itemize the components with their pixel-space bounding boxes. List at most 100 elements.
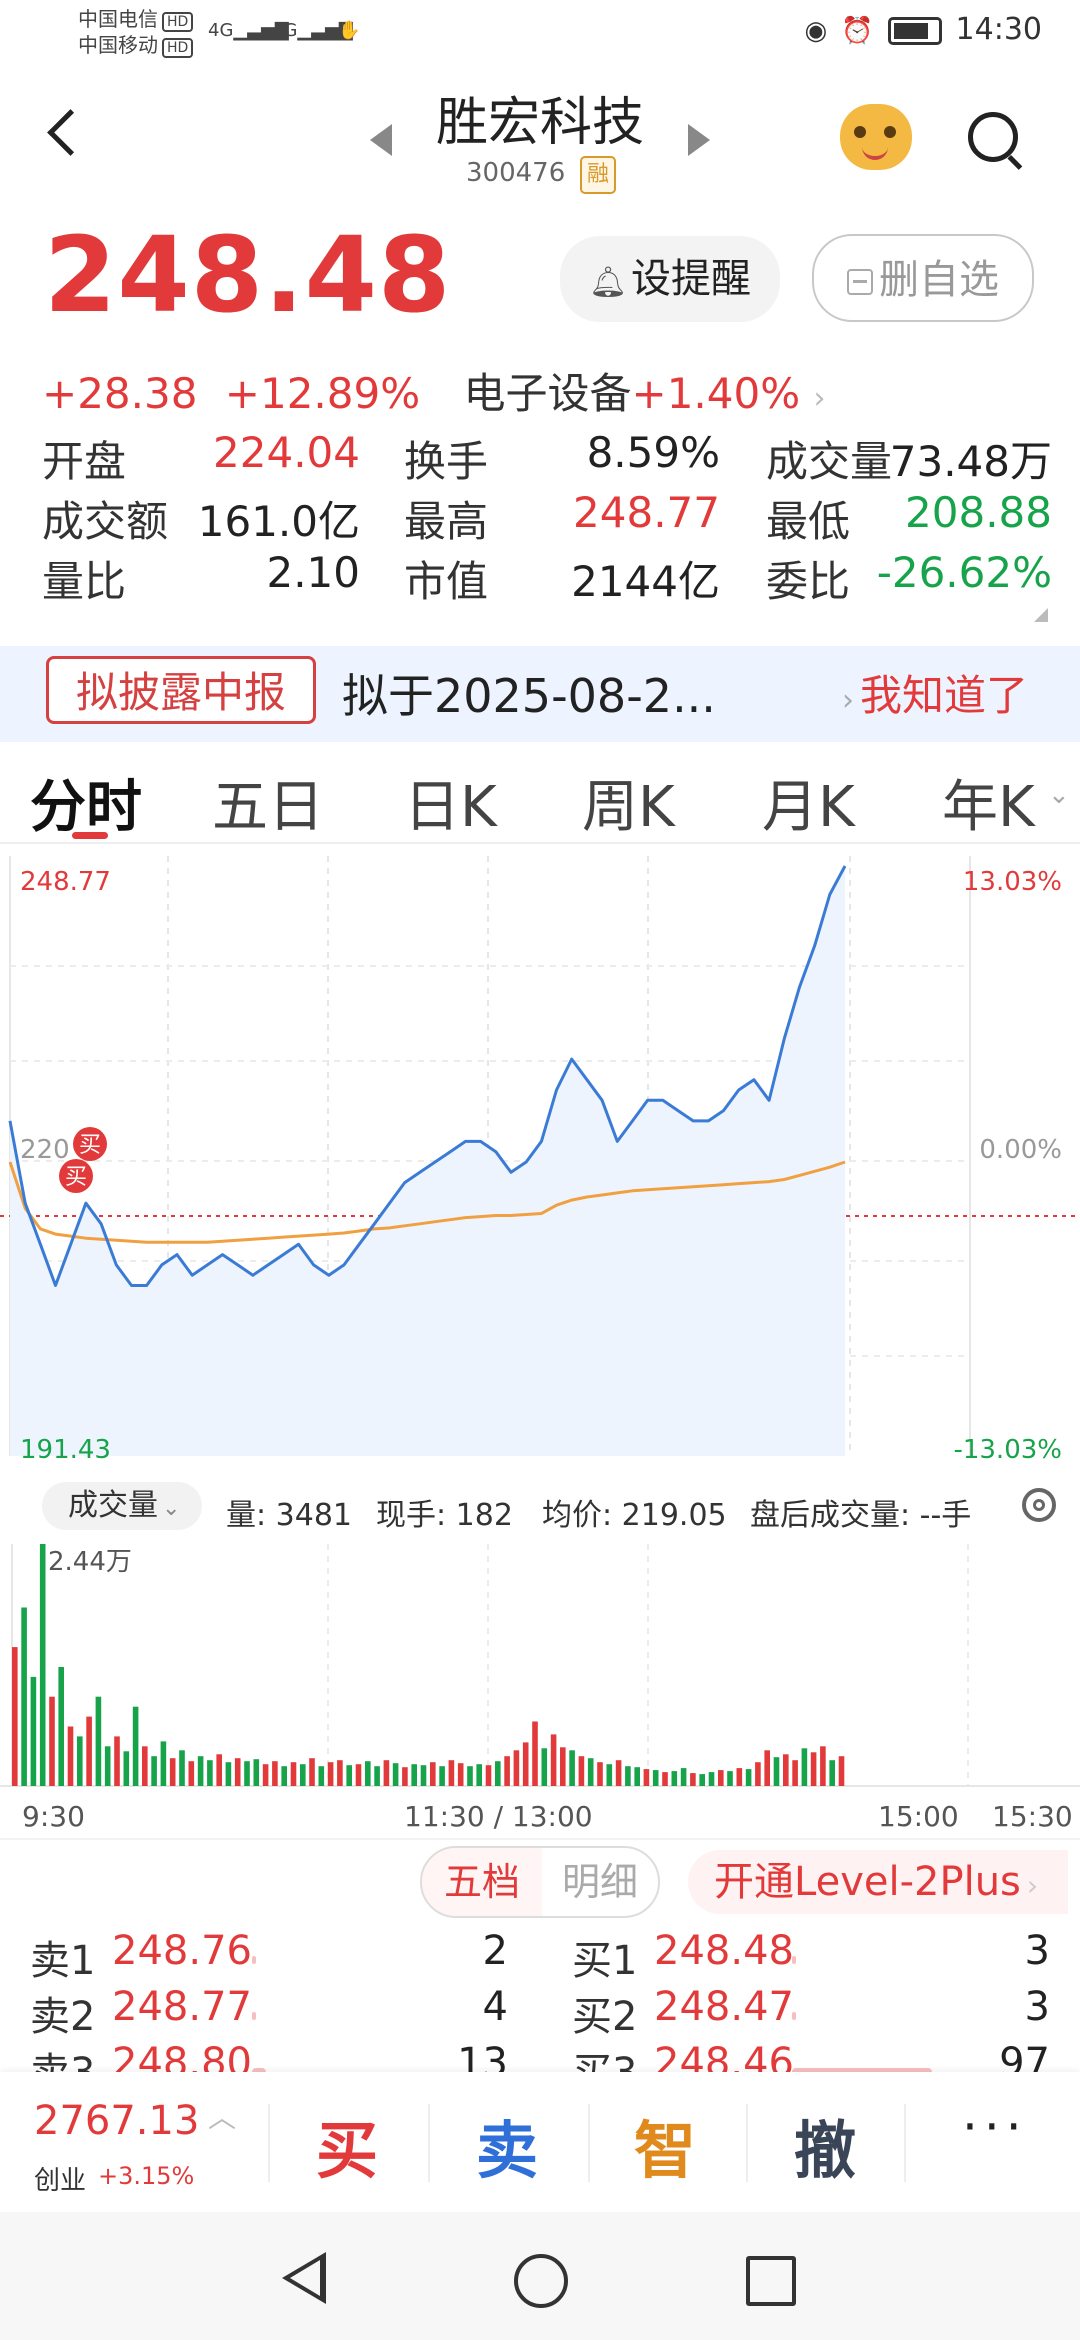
volume-bar bbox=[727, 1771, 733, 1786]
volume-bar bbox=[21, 1607, 27, 1786]
prev-stock-icon[interactable] bbox=[370, 124, 392, 156]
current-price: 248.48 bbox=[44, 214, 452, 336]
volume-bar bbox=[569, 1750, 575, 1786]
mascot-icon[interactable] bbox=[840, 104, 912, 170]
expand-stats-icon[interactable] bbox=[1034, 608, 1048, 622]
level2-label: 开通Level-2Plus bbox=[714, 1859, 1021, 1905]
back-button[interactable] bbox=[40, 100, 90, 170]
next-stock-icon[interactable] bbox=[688, 124, 710, 156]
system-recents-icon[interactable] bbox=[746, 2256, 796, 2306]
chevron-right-icon: › bbox=[842, 683, 854, 718]
volume-bar bbox=[207, 1760, 213, 1786]
volume-bar bbox=[253, 1759, 260, 1786]
chevron-right-icon: › bbox=[813, 381, 826, 416]
divider bbox=[746, 2104, 748, 2182]
network-type-1: 4G bbox=[208, 20, 234, 41]
notice-text[interactable]: 拟于2025-08-2... bbox=[342, 660, 716, 726]
cancel-order-button[interactable]: 撤 bbox=[770, 2100, 880, 2190]
volume-bar bbox=[485, 1765, 492, 1786]
eye-icon: ◉ bbox=[804, 16, 828, 46]
bids-level-label: 买2 bbox=[572, 1994, 638, 2040]
volume-bar bbox=[448, 1760, 455, 1786]
network-type-2: 4G bbox=[272, 20, 298, 41]
carrier-1: 中国电信 bbox=[78, 7, 158, 31]
smart-trade-button[interactable]: 智 bbox=[610, 2100, 720, 2190]
system-back-icon[interactable] bbox=[282, 2252, 326, 2304]
volume-bar bbox=[49, 1696, 55, 1786]
level2-upsell-button[interactable]: 开通Level-2Plus › bbox=[688, 1850, 1068, 1914]
sector-link[interactable]: 电子设备+1.40% › bbox=[464, 369, 826, 418]
dismiss-notice-button[interactable]: › 我知道了 bbox=[842, 662, 1028, 723]
sector-name: 电子设备 bbox=[463, 369, 632, 418]
volume-bar bbox=[346, 1765, 352, 1786]
volume-bar bbox=[792, 1760, 798, 1786]
stat-value: 248.77 bbox=[573, 488, 720, 537]
y-axis-prev-close-price: 220 bbox=[20, 1135, 70, 1165]
tab-weekly-k[interactable]: 周K bbox=[582, 762, 675, 843]
bids-level-qty: 3 bbox=[1024, 1928, 1050, 1974]
volume-bar bbox=[522, 1742, 529, 1786]
asks-level-price[interactable]: 248.76 bbox=[112, 1928, 252, 1974]
volume-bar bbox=[39, 1544, 46, 1786]
chevron-up-icon[interactable]: ︿ bbox=[208, 2096, 236, 2136]
chevron-right-icon: › bbox=[1026, 1869, 1039, 1902]
buy-marker[interactable]: 买 bbox=[59, 1159, 93, 1193]
sell-button[interactable]: 卖 bbox=[452, 2100, 562, 2190]
remove-favorite-label: 删自选 bbox=[879, 257, 999, 303]
system-home-icon[interactable] bbox=[514, 2254, 568, 2308]
price-change-pct: +12.89% bbox=[224, 369, 421, 418]
volume-bar bbox=[67, 1726, 74, 1786]
index-value[interactable]: 2767.13 bbox=[34, 2098, 199, 2144]
volume-bar bbox=[132, 1706, 139, 1786]
notice-tag: 拟披露中报 bbox=[46, 656, 316, 724]
volume-bar bbox=[355, 1764, 362, 1786]
more-button[interactable]: ··· bbox=[962, 2098, 1028, 2156]
dismiss-label: 我知道了 bbox=[860, 671, 1029, 720]
volume-max-label: 2.44万 bbox=[48, 1547, 132, 1577]
intraday-price-chart[interactable]: 248.77 220 191.43 13.03% 0.00% -13.03% 买买 bbox=[0, 846, 1080, 1466]
bids-level-price[interactable]: 248.47 bbox=[654, 1984, 794, 2030]
volume-bar bbox=[272, 1761, 278, 1786]
hd-badge: HD bbox=[162, 38, 194, 58]
settings-icon[interactable] bbox=[1022, 1488, 1056, 1522]
asks-level-price[interactable]: 248.77 bbox=[112, 1984, 252, 2030]
search-icon[interactable] bbox=[968, 112, 1018, 162]
stat-label: 量比 bbox=[42, 557, 127, 606]
buy-button[interactable]: 买 bbox=[292, 2100, 402, 2190]
tab-five-levels[interactable]: 五档 bbox=[422, 1848, 542, 1916]
volume-bar bbox=[708, 1772, 715, 1786]
tab-intraday[interactable]: 分时 bbox=[30, 762, 142, 843]
volume-bar bbox=[86, 1716, 92, 1786]
volume-bar bbox=[671, 1771, 678, 1786]
remove-favorite-button[interactable]: 删自选 bbox=[812, 234, 1034, 322]
alarm-icon: ⏰ bbox=[841, 16, 874, 46]
set-alert-button[interactable]: 🔔︎ 设提醒 bbox=[560, 236, 780, 322]
stat-label: 最低 bbox=[766, 497, 851, 546]
volume-bar bbox=[160, 1741, 167, 1786]
chevron-down-icon[interactable]: ⌄ bbox=[1048, 780, 1070, 810]
volume-bar bbox=[810, 1752, 817, 1786]
tab-trade-details[interactable]: 明细 bbox=[542, 1848, 658, 1916]
volume-bar bbox=[615, 1760, 622, 1786]
bids-depth-bar bbox=[792, 1956, 796, 1964]
volume-bar bbox=[281, 1766, 287, 1786]
buy-marker[interactable]: 买 bbox=[73, 1127, 107, 1161]
tab-yearly-k[interactable]: 年K bbox=[942, 762, 1035, 843]
tab-five-day[interactable]: 五日 bbox=[212, 762, 324, 843]
bids-level-price[interactable]: 248.48 bbox=[654, 1928, 794, 1974]
bids-level-label: 买1 bbox=[572, 1938, 638, 1984]
indicator-dropdown[interactable]: 成交量 ⌄ bbox=[42, 1482, 202, 1530]
volume-bar bbox=[476, 1764, 482, 1786]
volume-bar bbox=[179, 1750, 185, 1786]
carrier-info: 中国电信 HD 中国移动 HD bbox=[78, 6, 194, 58]
tab-daily-k[interactable]: 日K bbox=[404, 762, 497, 843]
volume-bar bbox=[439, 1766, 445, 1786]
volume-bar bbox=[662, 1772, 668, 1786]
volume-bar bbox=[142, 1746, 148, 1786]
buy-marker-label: 买 bbox=[65, 1165, 87, 1190]
volume-bar bbox=[699, 1774, 705, 1786]
stat-value: -26.62% bbox=[876, 548, 1052, 597]
stat-value: 2144亿 bbox=[571, 557, 720, 606]
divider bbox=[0, 842, 1080, 844]
tab-monthly-k[interactable]: 月K bbox=[762, 762, 855, 843]
